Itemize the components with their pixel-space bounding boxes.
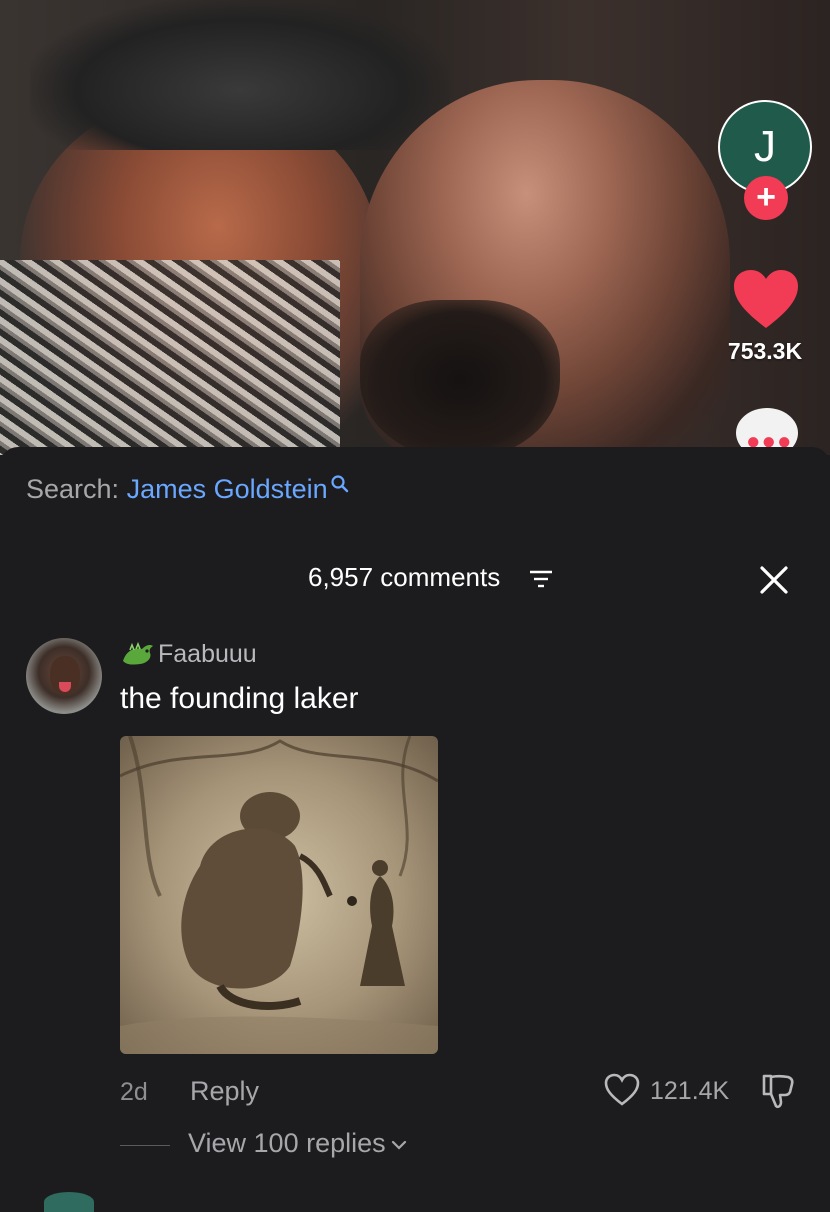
dislike-icon[interactable]: [760, 1072, 796, 1110]
username-text: Faabuuu: [158, 640, 257, 668]
search-suggestion[interactable]: Search: James Goldstein: [26, 474, 350, 505]
commenter-avatar[interactable]: [26, 638, 102, 714]
video-beard: [360, 300, 560, 455]
video-like-count: 753.3K: [727, 338, 803, 364]
close-icon[interactable]: [756, 562, 792, 598]
sort-filter-icon[interactable]: [528, 568, 554, 590]
comments-count-title: 6,957 comments: [308, 562, 501, 592]
like-heart-icon[interactable]: [732, 268, 800, 330]
video-jacket: [0, 260, 340, 455]
comment-text: the founding laker: [120, 682, 359, 715]
comment-timestamp: 2d: [120, 1078, 148, 1106]
dragon-emoji-icon: [123, 641, 153, 665]
chevron-down-icon: [391, 1140, 406, 1150]
view-replies-label: View 100 replies: [188, 1128, 386, 1158]
reply-button[interactable]: Reply: [190, 1076, 259, 1107]
view-replies-button[interactable]: View 100 replies: [188, 1128, 408, 1159]
comment-image-illustration[interactable]: [120, 736, 438, 1054]
comment-like-heart-icon[interactable]: [604, 1073, 640, 1107]
search-label: Search:: [26, 474, 120, 504]
comment-like-count: 121.4K: [650, 1077, 730, 1105]
next-comment-avatar[interactable]: [44, 1192, 94, 1212]
replies-divider: [120, 1145, 170, 1146]
sketch-illustration: [120, 736, 438, 1054]
video-player[interactable]: [0, 0, 830, 455]
commenter-username[interactable]: Faabuuu: [120, 640, 257, 669]
creator-initial: J: [754, 122, 776, 171]
search-icon: [331, 475, 348, 493]
video-hat: [30, 0, 450, 150]
search-term-link[interactable]: James Goldstein: [127, 474, 328, 504]
follow-plus-button[interactable]: +: [744, 176, 788, 220]
